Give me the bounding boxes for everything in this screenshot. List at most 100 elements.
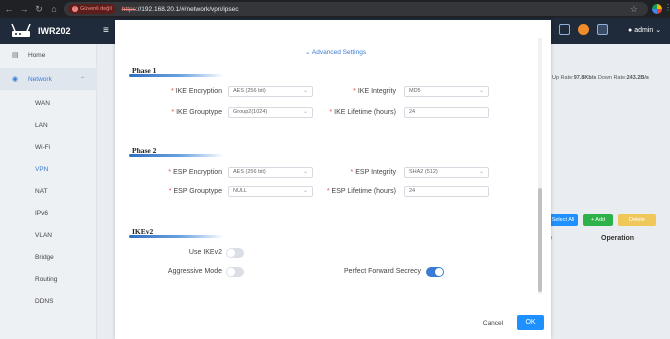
use-ikev2-label: Use IKEv2 <box>188 249 222 256</box>
toggle-knob <box>227 249 235 257</box>
aggressive-mode-toggle[interactable] <box>226 267 244 277</box>
select-all-label: Select All <box>551 217 575 223</box>
sidebar-item-label: VPN <box>35 165 49 173</box>
cancel-button[interactable]: Cancel <box>475 316 511 330</box>
chart-icon[interactable] <box>597 24 608 35</box>
address-bar[interactable]: ! Güvenli değil https://192.168.20.1/#/ne… <box>64 2 648 16</box>
required-mark: * <box>326 188 330 195</box>
chevron-down-icon: ⌄ <box>478 88 484 94</box>
esp-integrity-select[interactable]: SHA2 (512) ⌄ <box>404 167 489 178</box>
required-mark: * <box>329 109 333 116</box>
ok-button[interactable]: OK <box>517 315 544 330</box>
select-value: MD5 <box>409 88 421 94</box>
sidebar: ▤ Home ◉ Network ⌃ WAN LAN Wi-Fi VPN NAT IP… <box>0 44 97 339</box>
sidebar-item-ipv6[interactable]: IPv6 <box>0 202 97 224</box>
required-mark: * <box>168 169 172 176</box>
ikev2-underline <box>129 235 224 238</box>
esp-grouptype-label: * ESP Grouptype <box>112 188 222 195</box>
dialog-scrollbar-thumb[interactable] <box>538 188 542 292</box>
sidebar-item-label: Routing <box>35 275 58 283</box>
table-header-operation: Operation <box>601 235 635 242</box>
advanced-settings-toggle[interactable]: ⌄ Advanced Settings <box>305 48 366 56</box>
reload-icon[interactable]: ↻ <box>33 4 45 15</box>
label-text: ESP Encryption <box>173 169 222 176</box>
delete-label: Delete <box>629 217 645 223</box>
status-icon[interactable] <box>578 24 589 35</box>
sidebar-item-label: VLAN <box>35 231 52 239</box>
sidebar-item-vlan[interactable]: VLAN <box>0 224 97 246</box>
chevron-down-icon: ⌄ <box>305 49 312 56</box>
warning-icon: ! <box>72 6 78 12</box>
chevron-down-icon: ⌄ <box>478 169 484 175</box>
sidebar-item-wan[interactable]: WAN <box>0 92 97 114</box>
esp-encryption-label: * ESP Encryption <box>112 169 222 176</box>
sidebar-item-label: DDNS <box>35 297 54 305</box>
ike-grouptype-label: * IKE Grouptype <box>112 109 222 116</box>
user-menu[interactable]: ● admin ⌄ <box>628 26 661 34</box>
url-protocol: https <box>121 5 136 13</box>
menu-toggle-icon[interactable]: ≡ <box>103 25 109 36</box>
url-text: https://192.168.20.1/#/network/vpn/ipsec <box>122 6 239 13</box>
sidebar-item-routing[interactable]: Routing <box>0 268 97 290</box>
use-ikev2-toggle[interactable] <box>226 248 244 258</box>
select-value: NULL <box>233 188 248 194</box>
required-mark: * <box>170 88 174 95</box>
security-badge[interactable]: ! Güvenli değil <box>68 4 116 14</box>
required-mark: * <box>168 188 172 195</box>
required-mark: * <box>350 169 354 176</box>
phase1-underline <box>129 74 224 77</box>
delete-button[interactable]: Delete <box>618 214 656 226</box>
esp-lifetime-label: * ESP Lifetime (hours) <box>286 188 396 195</box>
ike-integrity-select[interactable]: MD5 ⌄ <box>404 86 489 97</box>
home-icon: ▤ <box>12 52 19 59</box>
ipsec-settings-dialog <box>115 20 551 339</box>
advanced-settings-label: Advanced Settings <box>311 49 367 56</box>
menu-kebab-icon[interactable]: ⋮ <box>664 3 670 12</box>
sidebar-item-label: NAT <box>35 187 48 195</box>
sidebar-item-wifi[interactable]: Wi-Fi <box>0 136 97 158</box>
pfs-label: Perfect Forward Secrecy <box>343 268 421 275</box>
sidebar-item-home[interactable]: ▤ Home <box>0 44 97 66</box>
add-button[interactable]: + Add <box>583 214 613 226</box>
traffic-rates: Up Rate:97.8Kb/s Down Rate:243.2B/s <box>552 75 649 81</box>
url-path: ://192.168.20.1/#/network/vpn/ipsec <box>135 5 239 13</box>
sidebar-item-ddns[interactable]: DDNS <box>0 290 97 312</box>
forward-icon[interactable]: → <box>18 4 30 14</box>
label-text: ESP Lifetime (hours) <box>331 188 396 195</box>
sidebar-item-bridge[interactable]: Bridge <box>0 246 97 268</box>
browser-toolbar: ← → ↻ ⌂ ! Güvenli değil https://192.168.2… <box>0 0 670 18</box>
label-text: IKE Grouptype <box>176 109 222 116</box>
ike-integrity-label: * IKE Integrity <box>286 88 396 95</box>
ike-lifetime-input[interactable]: 24 <box>404 107 489 118</box>
bookmark-star-icon[interactable]: ☆ <box>630 2 638 16</box>
user-name: admin <box>634 27 654 34</box>
phase2-underline <box>129 154 224 157</box>
ike-lifetime-label: * IKE Lifetime (hours) <box>286 109 396 116</box>
pfs-toggle[interactable] <box>426 267 444 277</box>
select-value: SHA2 (512) <box>409 169 438 175</box>
esp-integrity-label: * ESP Integrity <box>286 169 396 176</box>
sidebar-item-label: LAN <box>35 121 48 129</box>
toggle-knob <box>227 268 235 276</box>
down-rate-value: 243.2B/s <box>626 75 649 81</box>
sidebar-item-label: Wi-Fi <box>35 143 51 151</box>
toggle-knob <box>435 268 443 276</box>
select-value: AES (256 bit) <box>233 169 266 175</box>
brand-name: IWR202 <box>38 26 71 36</box>
back-icon[interactable]: ← <box>3 4 15 14</box>
profile-avatar-icon[interactable] <box>652 4 662 14</box>
esp-lifetime-input[interactable]: 24 <box>404 186 489 197</box>
home-icon[interactable]: ⌂ <box>48 4 60 14</box>
required-mark: * <box>171 109 175 116</box>
sidebar-item-label: Home <box>28 51 46 59</box>
sidebar-item-label: Bridge <box>35 253 54 261</box>
select-all-button[interactable]: Select All <box>548 214 578 226</box>
sidebar-item-lan[interactable]: LAN <box>0 114 97 136</box>
label-text: IKE Lifetime (hours) <box>334 109 396 116</box>
sidebar-item-vpn[interactable]: VPN <box>0 158 97 180</box>
cloud-icon[interactable] <box>559 24 570 35</box>
sidebar-item-network[interactable]: ◉ Network ⌃ <box>0 68 97 90</box>
up-rate-value: 97.8Kb/s <box>573 75 597 81</box>
sidebar-item-nat[interactable]: NAT <box>0 180 97 202</box>
security-label: Güvenli değil <box>80 6 112 12</box>
